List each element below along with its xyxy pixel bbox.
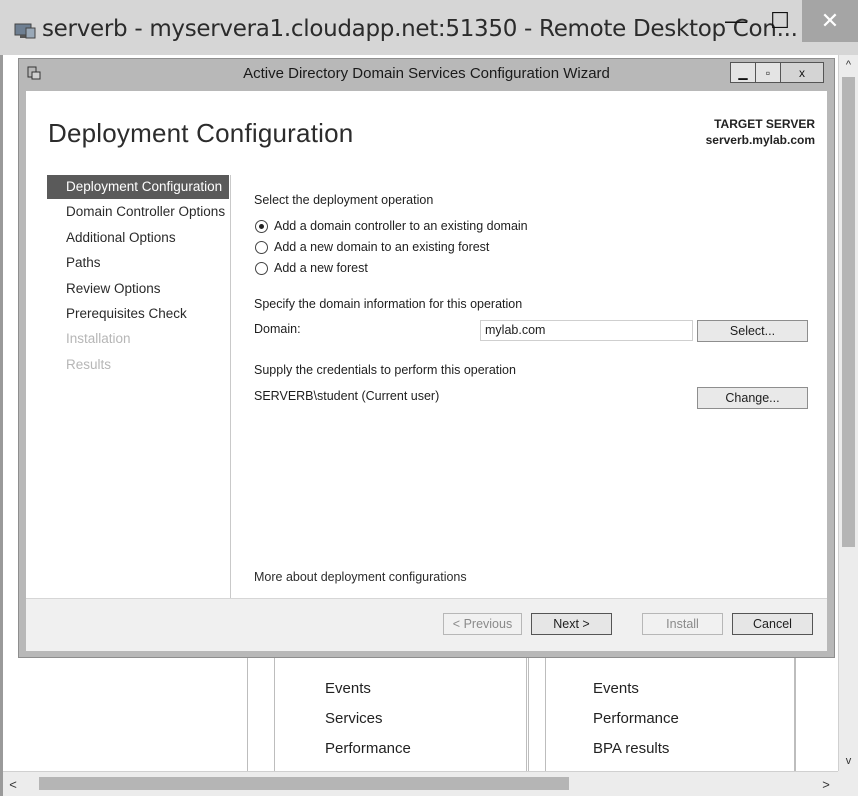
nav-item-results: Results — [66, 357, 112, 372]
wizard-close-button[interactable]: x — [780, 62, 824, 83]
wizard-content: Select the deployment operation Add a do… — [254, 91, 827, 651]
rdp-minimize-button[interactable]: — — [714, 0, 758, 42]
background-link-performance[interactable]: Performance — [325, 740, 411, 757]
cancel-button[interactable]: Cancel — [732, 613, 813, 635]
wizard-title: Active Directory Domain Services Configu… — [243, 65, 610, 82]
scroll-left-icon[interactable]: < — [5, 775, 21, 793]
background-panel-edge — [795, 655, 815, 771]
wizard-footer: < Previous Next > Install Cancel — [26, 598, 827, 651]
vertical-scrollbar[interactable]: ^ v — [838, 55, 858, 771]
credentials-heading: Supply the credentials to perform this o… — [254, 363, 516, 377]
background-link-events[interactable]: Events — [325, 680, 371, 697]
scroll-down-icon[interactable]: v — [839, 751, 858, 771]
nav-item-additional-options[interactable]: Additional Options — [47, 226, 229, 250]
nav-item-prerequisites-check[interactable]: Prerequisites Check — [47, 302, 229, 326]
more-about-deployment-link[interactable]: More about deployment configurations — [254, 570, 467, 584]
rdp-window-title: serverb - myservera1.cloudapp.net:51350 … — [42, 16, 798, 42]
scroll-right-icon[interactable]: > — [818, 775, 834, 793]
nav-item-paths[interactable]: Paths — [47, 251, 229, 275]
rdp-close-button[interactable]: ✕ — [802, 0, 858, 42]
nav-item-domain-controller-options[interactable]: Domain Controller Options — [47, 200, 229, 224]
change-credentials-button[interactable]: Change... — [697, 387, 808, 409]
scroll-up-icon[interactable]: ^ — [839, 55, 858, 75]
vertical-scroll-thumb[interactable] — [842, 77, 855, 547]
radio-add-dc-existing-domain[interactable] — [255, 220, 268, 233]
next-button[interactable]: Next > — [531, 613, 612, 635]
domain-field[interactable]: mylab.com — [480, 320, 693, 341]
current-user-credentials: SERVERB\student (Current user) — [254, 389, 440, 403]
horizontal-scrollbar[interactable]: < > — [3, 771, 838, 796]
wizard-client-area: Deployment Configuration TARGET SERVER s… — [26, 91, 827, 651]
radio-add-new-domain[interactable] — [255, 241, 268, 254]
remote-desktop-icon — [14, 23, 36, 39]
adds-configuration-wizard: Active Directory Domain Services Configu… — [18, 58, 835, 658]
previous-button[interactable]: < Previous — [443, 613, 522, 635]
nav-item-installation: Installation — [66, 331, 131, 346]
deployment-operation-heading: Select the deployment operation — [254, 193, 434, 207]
scrollbar-corner — [838, 771, 858, 796]
domain-info-heading: Specify the domain information for this … — [254, 297, 523, 311]
background-link-performance[interactable]: Performance — [593, 710, 679, 727]
select-domain-button[interactable]: Select... — [697, 320, 808, 342]
horizontal-scroll-thumb[interactable] — [39, 777, 569, 790]
radio-label-add-new-forest[interactable]: Add a new forest — [274, 261, 368, 275]
background-link-events[interactable]: Events — [593, 680, 639, 697]
wizard-minimize-button[interactable]: ▁ — [730, 62, 756, 83]
nav-item-deployment-configuration[interactable]: Deployment Configuration — [47, 175, 229, 199]
background-link-services[interactable]: Services — [325, 710, 383, 727]
background-link-bpa-results[interactable]: BPA results — [593, 740, 669, 757]
wizard-navigation: Deployment Configuration Domain Controll… — [47, 175, 231, 635]
wizard-title-bar: Active Directory Domain Services Configu… — [19, 59, 834, 89]
background-divider — [528, 655, 529, 771]
nav-item-review-options[interactable]: Review Options — [47, 277, 229, 301]
radio-label-add-dc-existing-domain[interactable]: Add a domain controller to an existing d… — [274, 219, 528, 233]
radio-label-add-new-domain[interactable]: Add a new domain to an existing forest — [274, 240, 489, 254]
wizard-maximize-button[interactable]: ▫ — [755, 62, 781, 83]
domain-label: Domain: — [254, 322, 301, 336]
install-button[interactable]: Install — [642, 613, 723, 635]
radio-add-new-forest[interactable] — [255, 262, 268, 275]
rdp-title-bar: serverb - myservera1.cloudapp.net:51350 … — [0, 0, 858, 55]
background-divider — [274, 655, 275, 771]
rdp-maximize-button[interactable]: ☐ — [758, 0, 802, 42]
